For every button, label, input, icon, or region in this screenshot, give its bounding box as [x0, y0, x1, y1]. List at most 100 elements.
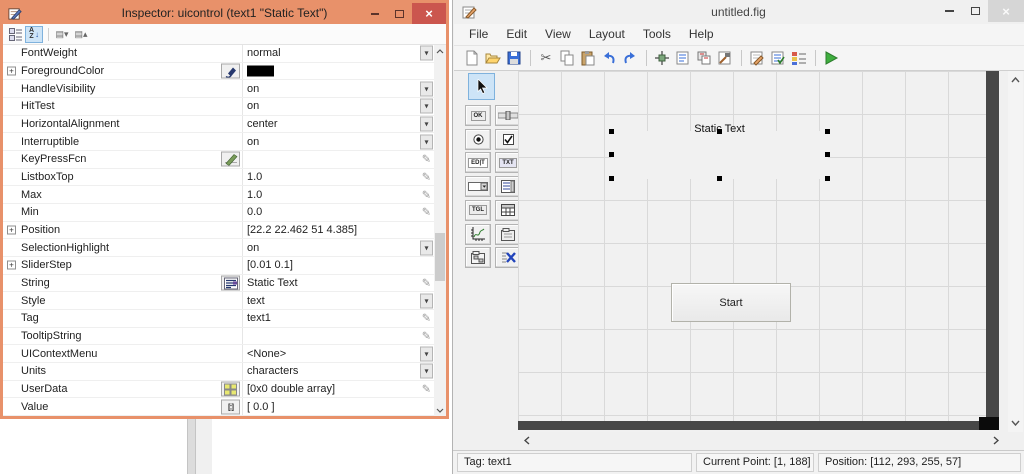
toolbar-editor-icon[interactable] [715, 48, 735, 68]
scroll-up-icon[interactable] [1008, 73, 1023, 87]
minimize-button[interactable] [936, 0, 962, 22]
menu-view[interactable]: View [536, 24, 580, 45]
selection-handle[interactable] [609, 152, 614, 157]
save-icon[interactable] [504, 48, 524, 68]
menu-file[interactable]: File [460, 24, 497, 45]
property-row-min[interactable]: Min 0.0 ✎ [3, 204, 434, 222]
property-row-userdata[interactable]: UserData [0x0 double array] ✎ [3, 380, 434, 399]
dropdown-arrow-icon[interactable]: ▾ [420, 346, 433, 362]
expand-plus-icon[interactable]: + [7, 260, 16, 270]
edit-text-tool[interactable]: ED|T [465, 152, 491, 174]
paste-icon[interactable] [578, 48, 598, 68]
tab-order-editor-icon[interactable] [694, 48, 714, 68]
property-row-interruptible[interactable]: Interruptible on ▾ [3, 133, 434, 152]
property-value[interactable]: 0.0 [247, 206, 262, 218]
toggle-button-tool[interactable]: TGL [465, 199, 491, 221]
property-row-listboxtop[interactable]: ListboxTop 1.0 ✎ [3, 168, 434, 187]
figure-resize-handle[interactable] [979, 417, 999, 430]
property-value[interactable]: text [247, 295, 265, 307]
maximize-button[interactable] [387, 3, 412, 24]
collapse-all-icon[interactable]: ▤▴ [72, 26, 90, 43]
property-value[interactable]: [0x0 double array] [247, 383, 335, 395]
property-value[interactable]: [ 0.0 ] [247, 401, 275, 413]
property-row-foregroundcolor[interactable]: + ForegroundColor [3, 62, 434, 81]
align-objects-icon[interactable] [652, 48, 672, 68]
popup-menu-tool[interactable] [465, 176, 491, 198]
property-row-horizontalalignment[interactable]: HorizontalAlignment center ▾ [3, 115, 434, 134]
foreground-color-swatch[interactable] [247, 65, 274, 77]
maximize-button[interactable] [962, 0, 988, 22]
copy-icon[interactable] [557, 48, 577, 68]
property-value[interactable]: center [247, 118, 278, 130]
selection-handle[interactable] [825, 152, 830, 157]
property-row-units[interactable]: Units characters ▾ [3, 363, 434, 381]
horizontal-scrollbar[interactable] [518, 433, 1005, 448]
undo-icon[interactable] [599, 48, 619, 68]
property-value[interactable]: characters [247, 365, 298, 377]
dropdown-arrow-icon[interactable]: ▾ [420, 293, 433, 309]
dropdown-arrow-icon[interactable]: ▾ [420, 116, 433, 132]
edit-pencil-icon[interactable]: ✎ [422, 153, 431, 166]
menu-layout[interactable]: Layout [580, 24, 634, 45]
scroll-up-icon[interactable] [434, 45, 446, 57]
dropdown-arrow-icon[interactable]: ▾ [420, 134, 433, 150]
edit-pencil-icon[interactable]: ✎ [422, 383, 431, 396]
edit-pencil-icon[interactable]: ✎ [422, 171, 431, 184]
property-value[interactable]: text1 [247, 312, 271, 324]
selection-handle[interactable] [609, 176, 614, 181]
new-icon[interactable] [462, 48, 482, 68]
property-row-max[interactable]: Max 1.0 ✎ [3, 186, 434, 205]
close-button[interactable]: × [412, 3, 446, 24]
property-row-uicontextmenu[interactable]: UIContextMenu <None> ▾ [3, 345, 434, 364]
alpha-sort-icon[interactable]: A Z ↓ [25, 25, 43, 43]
edit-pencil-icon[interactable]: ✎ [422, 277, 431, 290]
property-value[interactable]: on [247, 83, 259, 95]
property-row-tag[interactable]: Tag text1 ✎ [3, 310, 434, 328]
scroll-down-icon[interactable] [1008, 416, 1023, 430]
property-row-tooltipstring[interactable]: TooltipString ✎ [3, 327, 434, 346]
property-row-handlevisibility[interactable]: HandleVisibility on ▾ [3, 80, 434, 99]
property-value[interactable]: 1.0 [247, 189, 262, 201]
cut-icon[interactable]: ✂ [536, 48, 556, 68]
edit-pencil-icon[interactable]: ✎ [422, 330, 431, 343]
property-row-position[interactable]: + Position [22.2 22.462 51 4.385] [3, 221, 434, 240]
property-value[interactable]: on [247, 100, 259, 112]
property-row-style[interactable]: Style text ▾ [3, 292, 434, 311]
figure-titlebar[interactable]: untitled.fig × [453, 0, 1024, 24]
property-value[interactable]: [0.01 0.1] [247, 259, 293, 271]
property-value[interactable]: normal [247, 47, 281, 59]
open-icon[interactable] [483, 48, 503, 68]
property-row-keypressfcn[interactable]: KeyPressFcn ✎ [3, 151, 434, 169]
property-value[interactable]: 1.0 [247, 171, 262, 183]
expand-all-icon[interactable]: ▤▾ [53, 26, 71, 43]
expand-plus-icon[interactable]: + [7, 66, 16, 76]
scroll-left-icon[interactable] [520, 433, 534, 448]
property-row-value[interactable]: Value [:] [ 0.0 ] [3, 398, 434, 417]
property-row-sliderstep[interactable]: + SliderStep [0.01 0.1] [3, 257, 434, 275]
close-button[interactable]: × [988, 0, 1024, 22]
property-row-selectionhighlight[interactable]: SelectionHighlight on ▾ [3, 239, 434, 258]
edit-pencil-icon[interactable]: ✎ [422, 188, 431, 201]
dropdown-arrow-icon[interactable]: ▾ [420, 363, 433, 379]
scrollbar-thumb[interactable] [435, 233, 445, 281]
property-row-hittest[interactable]: HitTest on ▾ [3, 98, 434, 116]
dropdown-arrow-icon[interactable]: ▾ [420, 45, 433, 61]
vertical-scrollbar[interactable] [1008, 71, 1023, 432]
inspector-scrollbar[interactable] [434, 45, 446, 416]
start-pushbutton[interactable]: Start [671, 283, 791, 322]
callback-editor-icon[interactable] [221, 151, 240, 167]
selection-handle[interactable] [825, 176, 830, 181]
dropdown-arrow-icon[interactable]: ▾ [420, 81, 433, 97]
redo-icon[interactable] [620, 48, 640, 68]
selection-handle[interactable] [609, 129, 614, 134]
paint-icon[interactable] [221, 63, 240, 79]
object-browser-icon[interactable] [789, 48, 809, 68]
inspector-titlebar[interactable]: Inspector: uicontrol (text1 "Static Text… [3, 3, 446, 24]
property-value[interactable]: <None> [247, 348, 286, 360]
property-row-string[interactable]: String Static Text ✎ [3, 274, 434, 293]
mfile-editor-icon[interactable] [747, 48, 767, 68]
property-value[interactable]: on [247, 136, 259, 148]
menu-tools[interactable]: Tools [634, 24, 680, 45]
dropdown-arrow-icon[interactable]: ▾ [420, 240, 433, 256]
property-value[interactable]: on [247, 242, 259, 254]
